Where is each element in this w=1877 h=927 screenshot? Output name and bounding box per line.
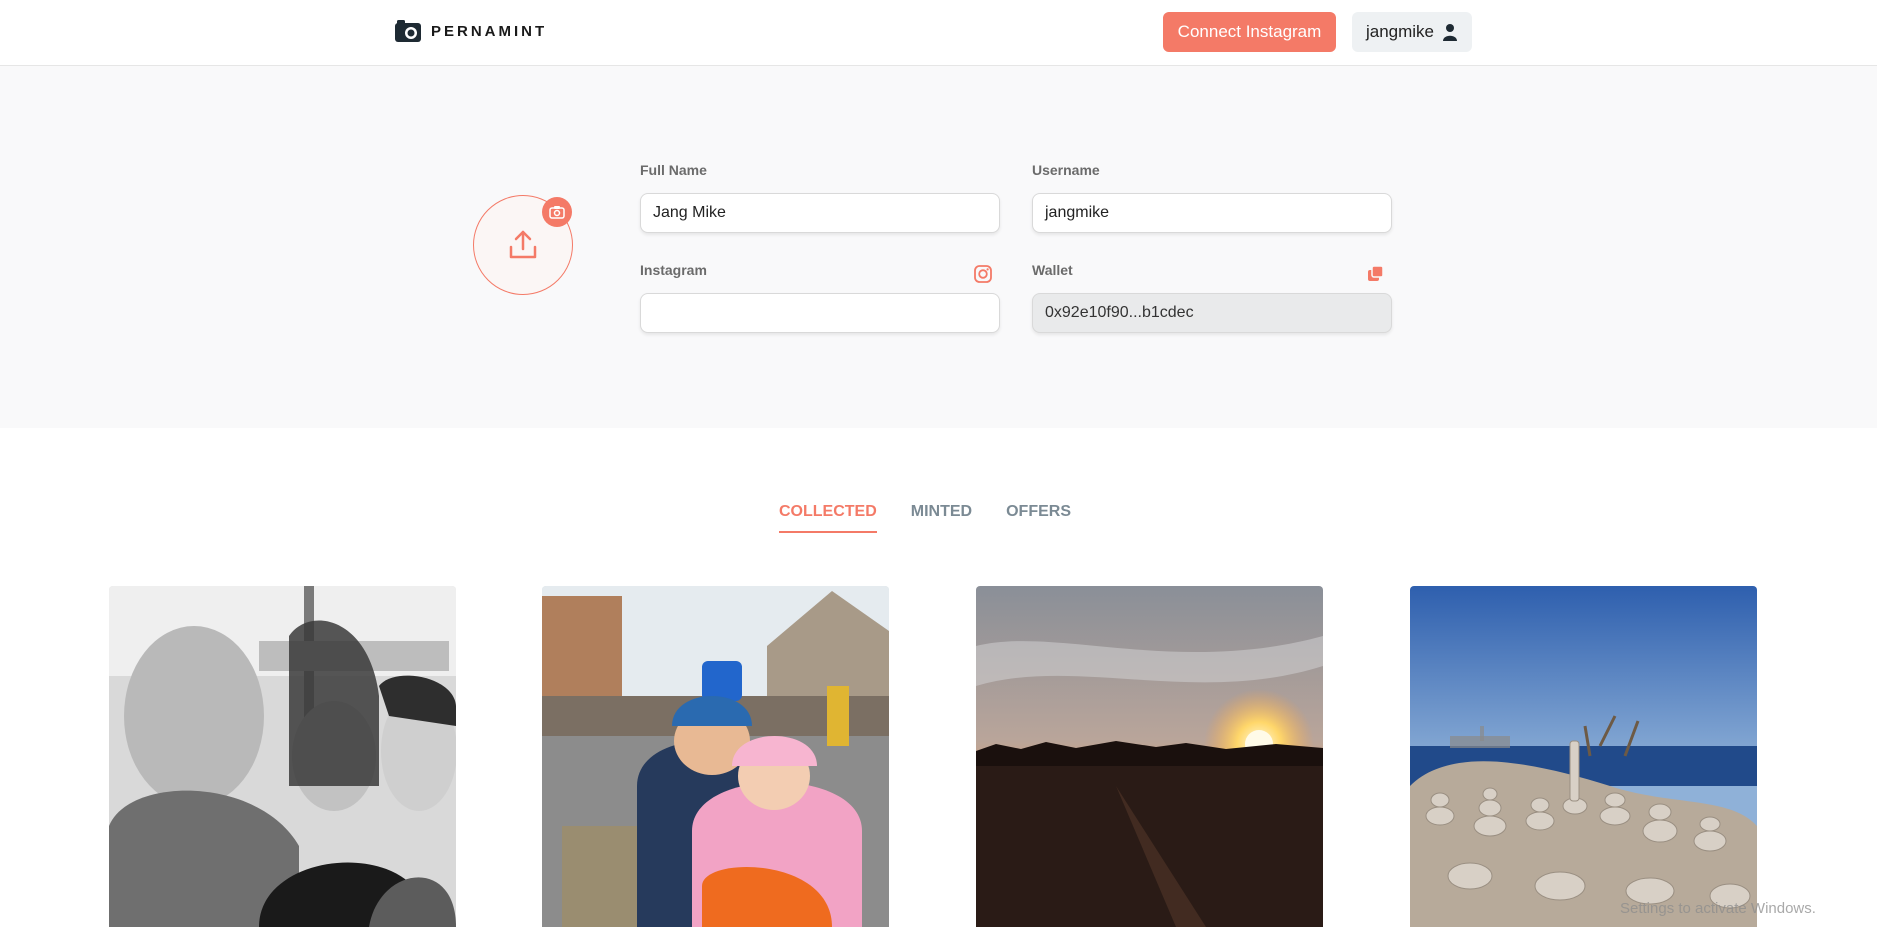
- wallet-label: Wallet: [1032, 262, 1073, 278]
- collection-tabs: COLLECTED MINTED OFFERS: [779, 503, 1071, 533]
- brand-name: PERNAMINT: [431, 22, 548, 40]
- tab-offers[interactable]: OFFERS: [1006, 503, 1071, 533]
- instagram-label: Instagram: [640, 262, 707, 278]
- sunset-photo[interactable]: [976, 586, 1323, 927]
- username-value: jangmike: [1045, 204, 1110, 221]
- connect-instagram-button[interactable]: Connect Instagram: [1163, 12, 1336, 52]
- wallet-field[interactable]: 0x92e10f90...b1cdec: [1032, 293, 1392, 333]
- rock-stacks-image: [1410, 586, 1757, 927]
- change-photo-button[interactable]: [542, 197, 572, 227]
- group-selfie-image: [109, 586, 456, 927]
- camera-icon: [549, 206, 565, 219]
- rock-stacks-photo[interactable]: [1410, 586, 1757, 927]
- top-navbar: PERNAMINT Connect Instagram jangmike: [0, 0, 1877, 66]
- full-name-label: Full Name: [640, 162, 707, 178]
- instagram-icon[interactable]: [973, 264, 993, 284]
- full-name-field[interactable]: Jang Mike: [640, 193, 1000, 233]
- user-menu-name: jangmike: [1365, 22, 1435, 41]
- camera-logo-icon: [395, 20, 421, 42]
- user-menu-button[interactable]: jangmike: [1352, 12, 1472, 52]
- profile-section: Full Name Jang Mike Username jangmike In…: [0, 66, 1877, 428]
- kids-photo[interactable]: [542, 586, 889, 927]
- upload-icon: [509, 230, 537, 259]
- kids-image: [542, 586, 889, 927]
- tab-collected[interactable]: COLLECTED: [779, 503, 877, 533]
- copy-icon[interactable]: [1366, 264, 1386, 284]
- windows-activation-watermark: Settings to activate Windows.: [1620, 900, 1816, 917]
- brand-logo[interactable]: PERNAMINT: [393, 18, 547, 44]
- instagram-field[interactable]: [640, 293, 1000, 333]
- group-selfie-photo[interactable]: [109, 586, 456, 927]
- username-field[interactable]: jangmike: [1032, 193, 1392, 233]
- user-icon: [1443, 24, 1458, 41]
- wallet-value: 0x92e10f90...b1cdec: [1045, 304, 1194, 321]
- sunset-image: [976, 586, 1323, 927]
- full-name-value: Jang Mike: [653, 204, 726, 221]
- username-label: Username: [1032, 162, 1100, 178]
- tab-minted[interactable]: MINTED: [911, 503, 972, 533]
